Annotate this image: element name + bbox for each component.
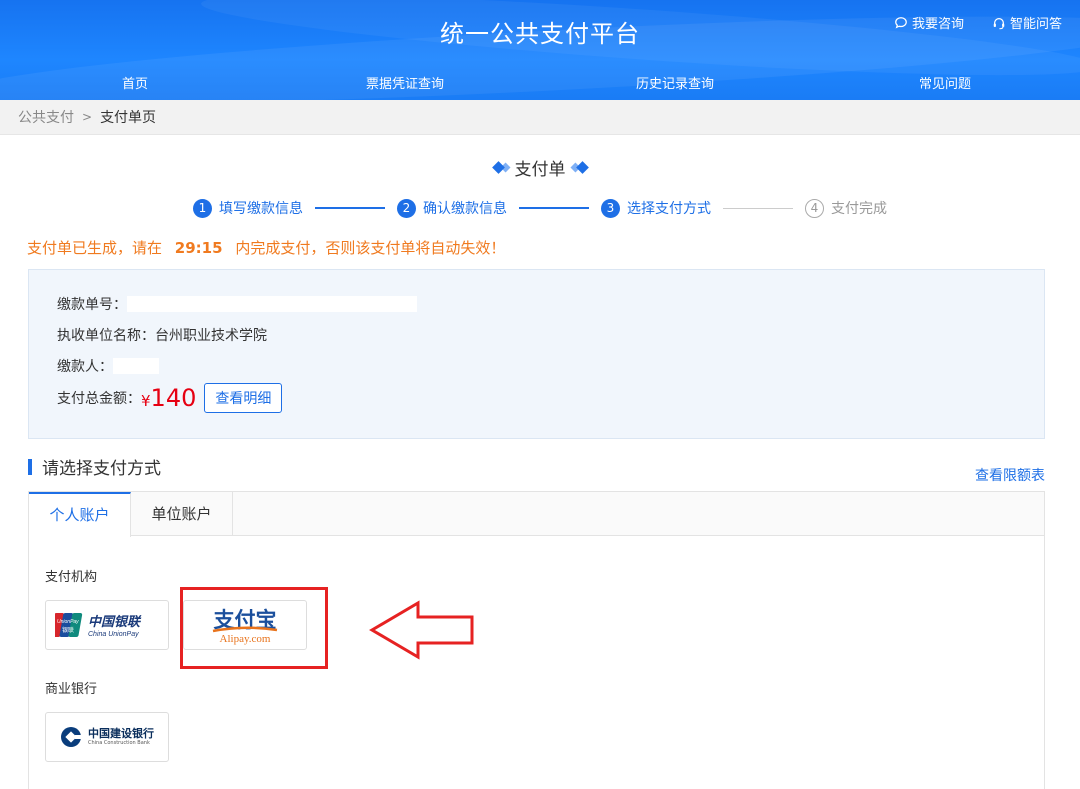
step-3: 3 选择支付方式 [601, 198, 711, 218]
headset-icon [993, 17, 1005, 29]
ccb-en-text: China Construction Bank [88, 740, 150, 746]
step-number: 2 [397, 198, 416, 218]
unit-name-value: 台州职业技术学院 [155, 327, 267, 344]
payment-deadline-warning: 支付单已生成，请在 29:15 内完成支付，否则该支付单将自动失效！ [0, 237, 1080, 259]
view-detail-button[interactable]: 查看明细 [204, 383, 283, 413]
step-connector [723, 207, 793, 209]
step-label: 支付完成 [831, 201, 887, 217]
breadcrumb-separator: > [82, 110, 93, 124]
unit-name-label: 执收单位名称： [57, 327, 155, 344]
progress-steps: 1 填写缴款信息 2 确认缴款信息 3 选择支付方式 4 支付完成 [0, 197, 1080, 219]
nav-item-home[interactable]: 首页 [0, 70, 270, 100]
alipay-highlight-box [180, 587, 328, 669]
total-amount: ¥140 [141, 384, 196, 412]
step-number: 3 [601, 198, 620, 218]
ccb-text: 中国建设银行 China Construction Bank [88, 728, 154, 746]
amount-label: 支付总金额： [57, 391, 141, 407]
payment-method-title: 请选择支付方式 [42, 459, 161, 479]
unionpay-en-text: China UnionPay [88, 631, 139, 638]
limit-table-link[interactable]: 查看限额表 [975, 465, 1045, 485]
nav-item-receipt-query[interactable]: 票据凭证查询 [270, 70, 540, 100]
section-title: 请选择支付方式 [28, 454, 161, 479]
breadcrumb: 公共支付 > 支付单页 [0, 100, 1080, 135]
diamond-right-icon [575, 160, 589, 174]
consult-link-label: 我要咨询 [911, 17, 964, 32]
page-heading: 支付单 [0, 155, 1080, 180]
warning-prefix: 支付单已生成，请在 [27, 239, 163, 257]
step-connector [519, 207, 589, 209]
ccb-cn-text: 中国建设银行 [88, 727, 154, 740]
main-nav: 首页 票据凭证查询 历史记录查询 常见问题 [0, 70, 1080, 100]
nav-item-faq[interactable]: 常见问题 [810, 70, 1080, 100]
ccb-option[interactable]: 中国建设银行 China Construction Bank [45, 712, 169, 762]
step-number: 1 [193, 198, 212, 218]
left-arrow-icon [369, 600, 474, 660]
step-1: 1 填写缴款信息 [193, 198, 303, 218]
step-connector [315, 207, 385, 209]
breadcrumb-root[interactable]: 公共支付 [18, 107, 74, 127]
smart-qa-link-label: 智能问答 [1009, 17, 1062, 32]
payer-redacted [113, 357, 159, 374]
unionpay-badge-cn: 银联 [62, 626, 74, 634]
ccb-logo-icon [61, 727, 82, 747]
step-label: 填写缴款信息 [219, 201, 303, 217]
top-links: 我要咨询 智能问答 [894, 13, 1062, 32]
order-number-redacted [127, 295, 417, 312]
unionpay-badge-text: UnionPay [57, 619, 79, 625]
unionpay-option[interactable]: UnionPay 银联 中国银联 China UnionPay [45, 600, 169, 650]
tab-company-account[interactable]: 单位账户 [131, 492, 233, 535]
chat-bubble-icon [895, 16, 907, 29]
account-tabs: 个人账户 单位账户 [29, 492, 1044, 537]
order-info-box: 缴款单号： 执收单位名称： 台州职业技术学院 缴款人： 支付总金额： ¥140 … [28, 269, 1045, 439]
consult-link[interactable]: 我要咨询 [894, 13, 964, 32]
diamond-left-icon [491, 160, 505, 174]
warning-suffix: 内完成支付，否则该支付单将自动失效！ [235, 239, 506, 257]
step-4: 4 支付完成 [805, 198, 887, 218]
unit-name-row: 执收单位名称： 台州职业技术学院 [57, 319, 1016, 350]
amount-value: 140 [150, 384, 197, 412]
order-number-row: 缴款单号： [57, 288, 1016, 319]
smart-qa-link[interactable]: 智能问答 [992, 13, 1062, 32]
countdown-timer: 29:15 [174, 239, 223, 257]
unionpay-logo-icon: UnionPay 银联 中国银联 China UnionPay [55, 613, 142, 638]
step-label: 选择支付方式 [627, 201, 711, 217]
currency-symbol: ¥ [141, 392, 151, 410]
tab-personal-account[interactable]: 个人账户 [29, 492, 131, 537]
payer-label: 缴款人： [57, 358, 113, 375]
payment-method-header: 请选择支付方式 查看限额表 [28, 454, 1045, 484]
unionpay-cn-text: 中国银联 [88, 614, 142, 630]
section-title-bar [28, 458, 32, 475]
nav-item-history[interactable]: 历史记录查询 [540, 70, 810, 100]
breadcrumb-current: 支付单页 [100, 110, 157, 126]
institutions-label: 支付机构 [45, 570, 98, 585]
step-label: 确认缴款信息 [423, 201, 507, 217]
page-title: 支付单 [514, 159, 566, 180]
order-number-label: 缴款单号： [57, 296, 127, 313]
banks-label: 商业银行 [45, 682, 98, 697]
pointer-arrow [368, 600, 478, 664]
amount-row: 支付总金额： ¥140 查看明细 [57, 381, 1016, 415]
site-header: 统一公共支付平台 我要咨询 智能问答 首页 票据凭证查询 历史记录查询 常见问题 [0, 0, 1080, 100]
step-number: 4 [805, 198, 824, 218]
step-2: 2 确认缴款信息 [397, 198, 507, 218]
payer-row: 缴款人： [57, 350, 1016, 381]
